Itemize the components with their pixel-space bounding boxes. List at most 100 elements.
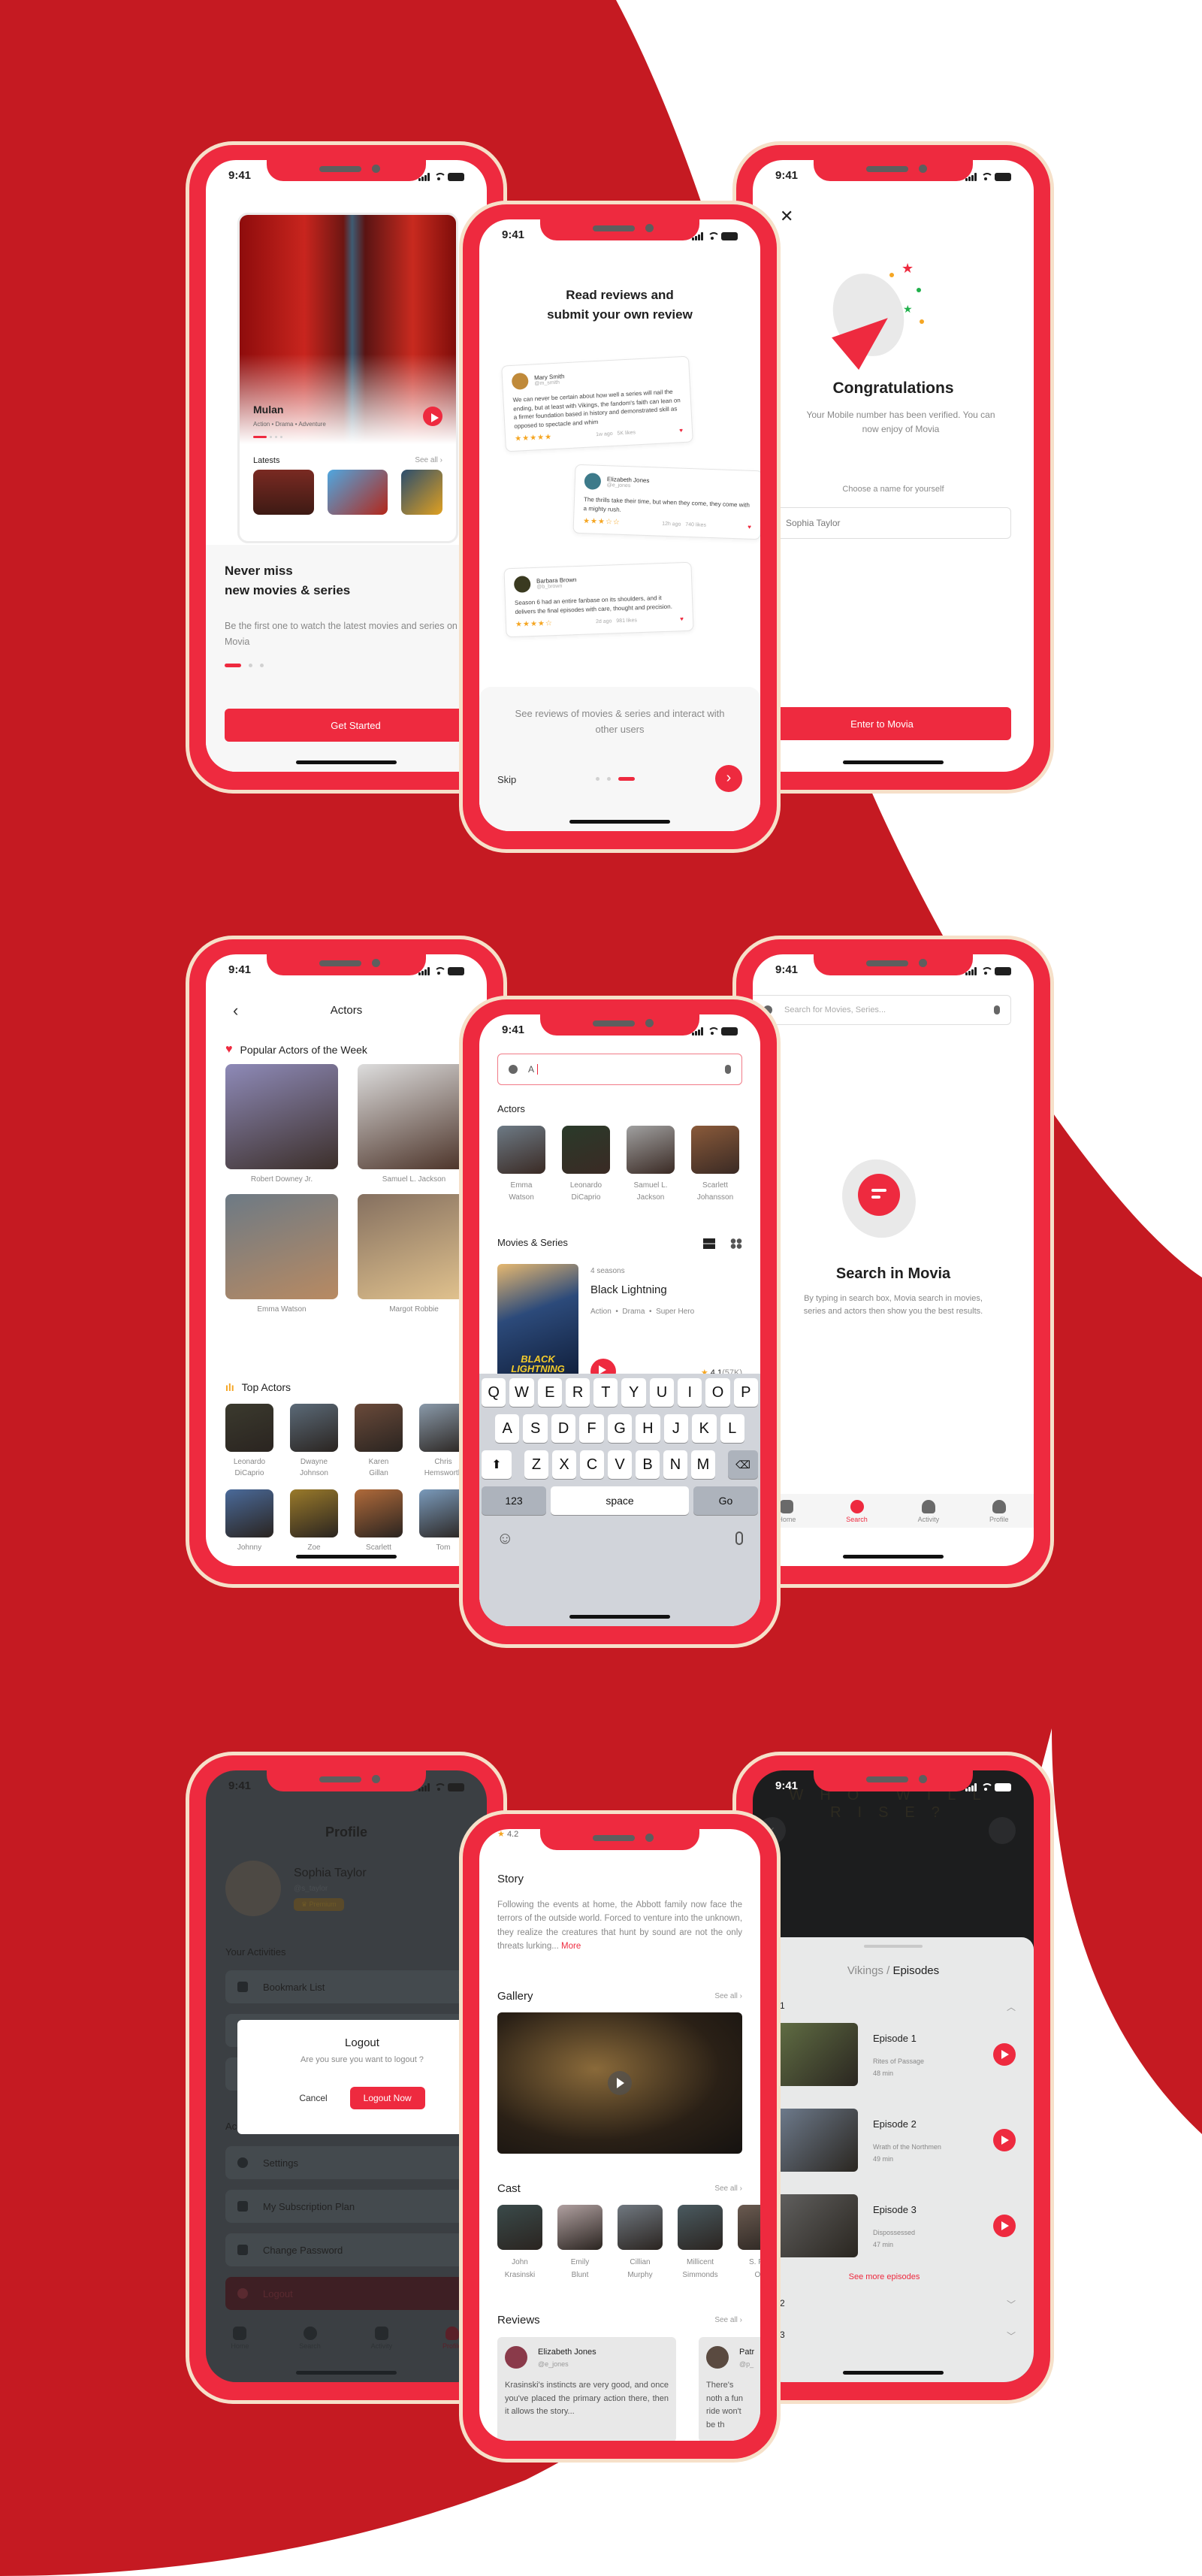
key-n[interactable]: N <box>663 1450 687 1479</box>
heart-icon[interactable]: ♥ <box>679 427 683 434</box>
season-header[interactable]: Season 1︿ <box>753 2000 1016 2013</box>
episode-play-button[interactable] <box>993 2129 1016 2151</box>
key-g[interactable]: G <box>607 1414 633 1443</box>
tab-profile[interactable]: Profile <box>989 1500 1009 1523</box>
key-c[interactable]: C <box>580 1450 604 1479</box>
cast-member[interactable]: S. PeriOls <box>738 2205 760 2281</box>
see-all-link[interactable]: See all › <box>714 1992 742 2000</box>
enter-movia-button[interactable]: Enter to Movia <box>753 707 1011 740</box>
tab-home[interactable]: Home <box>231 2327 249 2350</box>
key-j[interactable]: J <box>663 1414 689 1443</box>
key-p[interactable]: P <box>733 1378 758 1407</box>
search-input[interactable]: A <box>497 1054 742 1085</box>
key-f[interactable]: F <box>579 1414 604 1443</box>
key-m[interactable]: M <box>691 1450 715 1479</box>
play-icon[interactable] <box>608 2071 632 2095</box>
key-z[interactable]: Z <box>524 1450 548 1479</box>
actor-card[interactable]: Samuel L. Jackson <box>358 1064 470 1184</box>
episode-item[interactable]: Episode 2 Wrath of the Northmen 49 min <box>753 2109 1016 2172</box>
space-key[interactable]: space <box>551 1486 689 1515</box>
key-l[interactable]: L <box>720 1414 744 1443</box>
tab-search[interactable]: Search <box>846 1500 868 1523</box>
hero-play-button[interactable] <box>423 407 442 426</box>
actor-card[interactable]: Chris Hemsworth <box>419 1404 467 1479</box>
actor-card[interactable]: Scarlett <box>355 1489 403 1553</box>
shift-key[interactable]: ⬆ <box>482 1450 512 1479</box>
key-e[interactable]: E <box>537 1378 562 1407</box>
key-h[interactable]: H <box>636 1414 660 1443</box>
see-all-link[interactable]: See all › <box>714 2316 742 2324</box>
actor-card[interactable]: Emma Watson <box>497 1126 545 1204</box>
more-link[interactable]: More <box>561 1942 581 1951</box>
actor-card[interactable]: Samuel L. Jackson <box>627 1126 675 1204</box>
name-field[interactable]: Sophia Taylor <box>753 507 1011 539</box>
latest-poster[interactable] <box>401 470 443 515</box>
actor-card[interactable]: Tom <box>419 1489 467 1553</box>
review-card[interactable]: Patr @p_ There's noth a fun ride won't be… <box>699 2337 760 2441</box>
episode-item[interactable]: Episode 3 Dispossessed 47 min <box>753 2194 1016 2257</box>
logout-now-button[interactable]: Logout Now <box>349 2087 425 2109</box>
see-more-episodes-link[interactable]: See more episodes <box>753 2272 1016 2281</box>
key-i[interactable]: I <box>678 1378 702 1407</box>
actor-card[interactable]: Dwayne Johnson <box>290 1404 338 1479</box>
change-password-item[interactable]: Change Password <box>225 2233 487 2266</box>
actor-card[interactable]: Robert Downey Jr. <box>225 1064 338 1184</box>
heart-icon[interactable]: ♥ <box>747 524 751 531</box>
get-started-button[interactable]: Get Started <box>225 709 487 742</box>
tab-search[interactable]: Search <box>299 2327 321 2350</box>
gallery-video[interactable] <box>497 2012 742 2154</box>
cast-member[interactable]: Cillian Murphy <box>618 2205 663 2281</box>
actor-card[interactable]: Zoe <box>290 1489 338 1553</box>
episode-item[interactable]: Episode 1 Rites of Passage 48 min <box>753 2023 1016 2086</box>
latest-poster[interactable] <box>253 470 314 515</box>
key-y[interactable]: Y <box>621 1378 646 1407</box>
episode-play-button[interactable] <box>993 2215 1016 2237</box>
actor-card[interactable]: Scarlett Johansson <box>691 1126 739 1204</box>
tab-home[interactable]: Home <box>778 1500 796 1523</box>
grid-view-icon[interactable] <box>730 1238 742 1249</box>
backspace-key[interactable]: ⌫ <box>728 1450 758 1479</box>
key-r[interactable]: R <box>565 1378 590 1407</box>
key-u[interactable]: U <box>649 1378 675 1407</box>
episode-play-button[interactable] <box>993 2043 1016 2066</box>
tab-activity[interactable]: Activity <box>371 2327 392 2350</box>
actor-card[interactable]: Johnny <box>225 1489 273 1553</box>
logout-item[interactable]: Logout› <box>225 2277 487 2310</box>
cast-member[interactable]: Millicent Simmonds <box>678 2205 723 2281</box>
key-t[interactable]: T <box>593 1378 618 1407</box>
search-input[interactable]: Search for Movies, Series... <box>753 995 1011 1025</box>
key-o[interactable]: O <box>705 1378 730 1407</box>
key-w[interactable]: W <box>509 1378 534 1407</box>
cancel-button[interactable]: Cancel <box>299 2093 327 2103</box>
key-a[interactable]: A <box>495 1414 520 1443</box>
key-k[interactable]: K <box>692 1414 717 1443</box>
key-q[interactable]: Q <box>482 1378 506 1407</box>
cast-member[interactable]: John Krasinski <box>497 2205 542 2281</box>
latest-poster[interactable] <box>327 470 388 515</box>
actor-card[interactable]: Margot Robbie <box>358 1194 470 1314</box>
bookmark-button[interactable] <box>989 1817 1016 1844</box>
emoji-icon[interactable]: ☺ <box>497 1528 513 1548</box>
season-header[interactable]: Season 2﹀ <box>753 2298 1016 2311</box>
actor-card[interactable]: Karen Gillan <box>355 1404 403 1479</box>
key-d[interactable]: D <box>551 1414 576 1443</box>
heart-icon[interactable]: ♥ <box>680 615 684 622</box>
actor-card[interactable]: Leonardo DiCaprio <box>562 1126 610 1204</box>
key-v[interactable]: V <box>608 1450 632 1479</box>
skip-button[interactable]: Skip <box>497 774 516 785</box>
subscription-item[interactable]: My Subscription Plan <box>225 2190 487 2223</box>
microphone-icon[interactable] <box>725 1065 731 1074</box>
next-button[interactable]: › <box>715 765 742 792</box>
actor-card[interactable]: Leonardo DiCaprio <box>225 1404 273 1479</box>
key-b[interactable]: B <box>636 1450 660 1479</box>
result-poster[interactable]: BLACK LIGHTNING <box>497 1264 578 1384</box>
bookmark-list-item[interactable]: Bookmark List 16 <box>225 1970 487 2003</box>
review-card[interactable]: Elizabeth Jones @e_jones Krasinski's inst… <box>497 2337 676 2441</box>
see-all-link[interactable]: See all › <box>415 456 442 465</box>
actor-card[interactable]: Emma Watson <box>225 1194 338 1314</box>
microphone-icon[interactable] <box>994 1005 1000 1014</box>
list-view-icon[interactable] <box>703 1238 715 1249</box>
tab-profile[interactable]: Profile <box>442 2327 462 2350</box>
cast-member[interactable]: Emily Blunt <box>557 2205 603 2281</box>
go-key[interactable]: Go <box>693 1486 758 1515</box>
